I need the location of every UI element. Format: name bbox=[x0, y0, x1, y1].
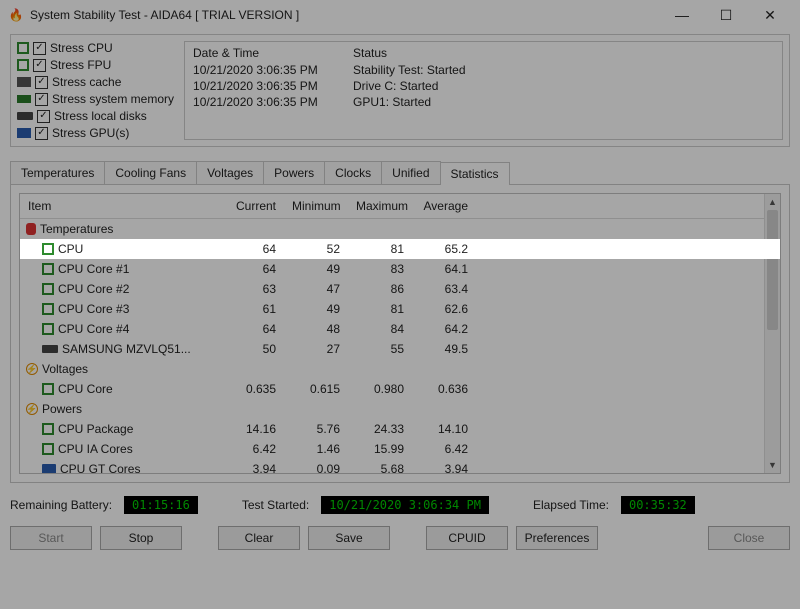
tab-strip: Temperatures Cooling Fans Voltages Power… bbox=[10, 161, 790, 184]
battery-value: 01:15:16 bbox=[124, 496, 198, 514]
col-average[interactable]: Average bbox=[412, 194, 476, 218]
stop-button[interactable]: Stop bbox=[100, 526, 182, 550]
mem-icon bbox=[17, 95, 31, 103]
tab-temperatures[interactable]: Temperatures bbox=[10, 161, 105, 184]
group-voltages[interactable]: ⚡Voltages bbox=[20, 359, 780, 379]
stress-disks-checkbox[interactable]: ✓ bbox=[37, 110, 50, 123]
gpu-icon bbox=[17, 128, 31, 138]
stress-disks-label: Stress local disks bbox=[54, 109, 147, 123]
bolt-icon: ⚡ bbox=[26, 363, 38, 375]
scroll-thumb[interactable] bbox=[767, 210, 778, 330]
tab-powers[interactable]: Powers bbox=[263, 161, 325, 184]
group-temperatures[interactable]: Temperatures bbox=[20, 219, 780, 239]
disk-icon bbox=[17, 112, 33, 120]
tab-voltages[interactable]: Voltages bbox=[196, 161, 264, 184]
row-cpu-core-3[interactable]: CPU Core #361498162.6 bbox=[20, 299, 780, 319]
gpu-icon bbox=[42, 464, 56, 473]
event-row: 10/21/2020 3:06:35 PMGPU1: Started bbox=[193, 94, 774, 110]
stop-icon bbox=[42, 283, 54, 295]
clear-button[interactable]: Clear bbox=[218, 526, 300, 550]
stress-mem-checkbox[interactable]: ✓ bbox=[35, 93, 48, 106]
stats-header: Item Current Minimum Maximum Average bbox=[20, 194, 780, 219]
tab-unified[interactable]: Unified bbox=[381, 161, 440, 184]
tab-clocks[interactable]: Clocks bbox=[324, 161, 382, 184]
stats-body: Temperatures CPU64528165.2 CPU Core #164… bbox=[20, 219, 780, 473]
col-maximum[interactable]: Maximum bbox=[348, 194, 412, 218]
event-col-date: Date & Time bbox=[193, 46, 353, 60]
stop-icon bbox=[42, 423, 54, 435]
maximize-button[interactable]: ☐ bbox=[704, 0, 748, 30]
cache-icon bbox=[17, 77, 31, 87]
top-group: ✓Stress CPU ✓Stress FPU ✓Stress cache ✓S… bbox=[10, 34, 790, 147]
battery-label: Remaining Battery: bbox=[10, 498, 112, 512]
stop-icon bbox=[42, 303, 54, 315]
row-cpu-package[interactable]: CPU Package14.165.7624.3314.10 bbox=[20, 419, 780, 439]
col-current[interactable]: Current bbox=[220, 194, 284, 218]
status-bar: Remaining Battery: 01:15:16 Test Started… bbox=[10, 496, 790, 514]
scrollbar[interactable]: ▲ ▼ bbox=[764, 194, 780, 473]
row-cpu-core-2[interactable]: CPU Core #263478663.4 bbox=[20, 279, 780, 299]
tab-cooling-fans[interactable]: Cooling Fans bbox=[104, 161, 197, 184]
minimize-button[interactable]: — bbox=[660, 0, 704, 30]
stress-cache-checkbox[interactable]: ✓ bbox=[35, 76, 48, 89]
stress-cache-label: Stress cache bbox=[52, 75, 121, 89]
row-v-cpu-core[interactable]: CPU Core0.6350.6150.9800.636 bbox=[20, 379, 780, 399]
stop-icon bbox=[42, 323, 54, 335]
row-cpu-core-4[interactable]: CPU Core #464488464.2 bbox=[20, 319, 780, 339]
event-row: 10/21/2020 3:06:35 PMStability Test: Sta… bbox=[193, 62, 774, 78]
row-cpu[interactable]: CPU64528165.2 bbox=[20, 239, 780, 259]
window-title: System Stability Test - AIDA64 [ TRIAL V… bbox=[30, 8, 660, 22]
row-cpu-gt-cores[interactable]: CPU GT Cores3.940.095.683.94 bbox=[20, 459, 780, 473]
test-started-label: Test Started: bbox=[242, 498, 309, 512]
elapsed-value: 00:35:32 bbox=[621, 496, 695, 514]
button-row: Start Stop Clear Save CPUID Preferences … bbox=[10, 526, 790, 550]
stress-mem-label: Stress system memory bbox=[52, 92, 174, 106]
stress-cpu-checkbox[interactable]: ✓ bbox=[33, 42, 46, 55]
drive-icon bbox=[42, 345, 58, 353]
stress-gpus-checkbox[interactable]: ✓ bbox=[35, 127, 48, 140]
scroll-up-icon[interactable]: ▲ bbox=[765, 194, 780, 210]
stress-gpus-label: Stress GPU(s) bbox=[52, 126, 129, 140]
test-started-value: 10/21/2020 3:06:34 PM bbox=[321, 496, 489, 514]
event-col-status: Status bbox=[353, 46, 774, 60]
app-icon: 🔥 bbox=[8, 7, 24, 23]
tab-statistics[interactable]: Statistics bbox=[440, 162, 510, 185]
close-button[interactable]: Close bbox=[708, 526, 790, 550]
thermometer-icon bbox=[26, 223, 36, 235]
stop-icon bbox=[42, 383, 54, 395]
row-cpu-ia-cores[interactable]: CPU IA Cores6.421.4615.996.42 bbox=[20, 439, 780, 459]
col-minimum[interactable]: Minimum bbox=[284, 194, 348, 218]
save-button[interactable]: Save bbox=[308, 526, 390, 550]
stop-icon bbox=[42, 243, 54, 255]
stop-icon bbox=[42, 443, 54, 455]
event-log: Date & TimeStatus 10/21/2020 3:06:35 PMS… bbox=[184, 41, 783, 140]
stress-options: ✓Stress CPU ✓Stress FPU ✓Stress cache ✓S… bbox=[17, 41, 174, 140]
cpuid-button[interactable]: CPUID bbox=[426, 526, 508, 550]
event-row: 10/21/2020 3:06:35 PMDrive C: Started bbox=[193, 78, 774, 94]
start-button[interactable]: Start bbox=[10, 526, 92, 550]
bolt-icon: ⚡ bbox=[26, 403, 38, 415]
elapsed-label: Elapsed Time: bbox=[533, 498, 609, 512]
fpu-icon bbox=[17, 59, 29, 71]
col-item[interactable]: Item bbox=[20, 194, 220, 218]
cpu-icon bbox=[17, 42, 29, 54]
group-powers[interactable]: ⚡Powers bbox=[20, 399, 780, 419]
stop-icon bbox=[42, 263, 54, 275]
stress-fpu-label: Stress FPU bbox=[50, 58, 111, 72]
titlebar: 🔥 System Stability Test - AIDA64 [ TRIAL… bbox=[0, 0, 800, 30]
stress-cpu-label: Stress CPU bbox=[50, 41, 113, 55]
scroll-down-icon[interactable]: ▼ bbox=[765, 457, 780, 473]
close-window-button[interactable]: ✕ bbox=[748, 0, 792, 30]
row-cpu-core-1[interactable]: CPU Core #164498364.1 bbox=[20, 259, 780, 279]
statistics-panel: Item Current Minimum Maximum Average Tem… bbox=[10, 184, 790, 483]
stress-fpu-checkbox[interactable]: ✓ bbox=[33, 59, 46, 72]
preferences-button[interactable]: Preferences bbox=[516, 526, 598, 550]
row-ssd[interactable]: SAMSUNG MZVLQ51...50275549.5 bbox=[20, 339, 780, 359]
